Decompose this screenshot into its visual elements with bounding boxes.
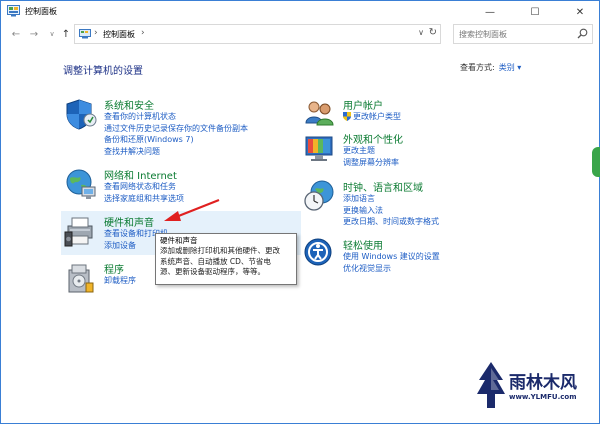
window-title: 控制面板: [25, 7, 57, 16]
category-title[interactable]: 硬件和声音: [104, 214, 154, 229]
link-uninstall-program[interactable]: 卸载程序: [104, 275, 136, 287]
category-title[interactable]: 时钟、语言和区域: [343, 179, 423, 194]
link-file-history[interactable]: 通过文件历史记录保存你的文件备份副本: [104, 123, 248, 135]
watermark-url: www.YLMFU.com: [509, 393, 577, 401]
watermark-title: 雨林木风: [509, 373, 577, 393]
network-globe-icon[interactable]: [64, 167, 98, 201]
clock-globe-icon[interactable]: [303, 179, 337, 213]
link-text[interactable]: 更改帐户类型: [353, 111, 401, 123]
link-change-input-method[interactable]: 更换输入法: [343, 205, 439, 217]
tooltip-line: 添加或删除打印机和其他硬件、更改: [160, 246, 280, 255]
link-change-account-type[interactable]: 更改帐户类型: [343, 111, 401, 123]
navigation-bar: ← → ∨ ↑ › 控制面板 › ∨ ↻ 搜索控制面板: [1, 23, 599, 45]
breadcrumb-control-panel[interactable]: 控制面板: [103, 29, 135, 40]
ease-of-access-icon[interactable]: [303, 237, 337, 271]
tooltip-line: 源、更新设备驱动程序，等等。: [160, 267, 265, 276]
link-view-computer-status[interactable]: 查看你的计算机状态: [104, 111, 248, 123]
search-input[interactable]: 搜索控制面板: [459, 29, 507, 40]
shield-icon[interactable]: [64, 97, 98, 131]
link-screen-resolution[interactable]: 调整屏幕分辨率: [343, 157, 399, 169]
printer-speaker-icon[interactable]: [64, 214, 98, 248]
tooltip-line: 系统声音、自动播放 CD、节省电: [160, 256, 271, 266]
minimize-button[interactable]: —: [471, 1, 509, 23]
category-title[interactable]: 轻松使用: [343, 237, 383, 252]
search-icon[interactable]: [577, 28, 588, 39]
address-bar[interactable]: › 控制面板 › ∨ ↻: [74, 24, 441, 44]
close-button[interactable]: ✕: [561, 1, 599, 23]
watermark: 雨林木风 www.YLMFU.com: [471, 354, 593, 416]
watermark-logo-icon: [477, 362, 505, 408]
control-panel-app-icon: [7, 5, 20, 17]
link-optimize-visual-display[interactable]: 优化视觉显示: [343, 263, 440, 275]
link-homegroup-sharing[interactable]: 选择家庭组和共享选项: [104, 193, 184, 205]
control-panel-icon: [79, 29, 91, 39]
control-panel-window: 控制面板 — ☐ ✕ ← → ∨ ↑ › 控制面板 › ∨ ↻ 搜索控制面板 调…: [0, 0, 600, 424]
link-network-status[interactable]: 查看网络状态和任务: [104, 181, 184, 193]
tooltip-title: 硬件和声音: [160, 236, 198, 245]
maximize-button[interactable]: ☐: [516, 1, 554, 23]
link-change-theme[interactable]: 更改主题: [343, 145, 399, 157]
up-button[interactable]: ↑: [59, 26, 73, 42]
view-by: 查看方式: 类别 ▾: [460, 62, 521, 73]
search-box[interactable]: 搜索控制面板: [453, 24, 593, 44]
category-title[interactable]: 系统和安全: [104, 97, 154, 112]
breadcrumb-separator: ›: [94, 28, 98, 38]
category-title[interactable]: 网络和 Internet: [104, 167, 177, 182]
breadcrumb-separator[interactable]: ›: [141, 28, 145, 38]
back-button[interactable]: ←: [9, 26, 23, 42]
title-bar: 控制面板 — ☐ ✕: [1, 1, 599, 23]
view-by-dropdown[interactable]: 类别 ▾: [499, 63, 522, 72]
category-title[interactable]: 外观和个性化: [343, 131, 403, 146]
refresh-icon[interactable]: ↻: [429, 27, 437, 38]
link-add-language[interactable]: 添加语言: [343, 193, 439, 205]
address-dropdown-icon[interactable]: ∨: [418, 28, 424, 37]
users-icon[interactable]: [303, 97, 337, 131]
link-troubleshoot[interactable]: 查找并解决问题: [104, 146, 248, 158]
view-by-label: 查看方式:: [460, 63, 495, 72]
link-windows-recommended-settings[interactable]: 使用 Windows 建议的设置: [343, 251, 440, 263]
page-heading: 调整计算机的设置: [63, 66, 143, 77]
personalization-monitor-icon[interactable]: [303, 131, 337, 165]
link-date-time-format[interactable]: 更改日期、时间或数字格式: [343, 216, 439, 228]
side-edge-tab[interactable]: [592, 147, 600, 177]
recent-locations-button[interactable]: ∨: [45, 26, 59, 42]
tooltip: 硬件和声音 添加或删除打印机和其他硬件、更改 系统声音、自动播放 CD、节省电 …: [155, 233, 297, 285]
category-title[interactable]: 用户帐户: [343, 97, 383, 112]
programs-icon[interactable]: [64, 261, 98, 295]
link-backup-restore[interactable]: 备份和还原(Windows 7): [104, 134, 248, 146]
forward-button[interactable]: →: [27, 26, 41, 42]
uac-shield-icon: [343, 112, 351, 122]
category-title[interactable]: 程序: [104, 261, 124, 276]
